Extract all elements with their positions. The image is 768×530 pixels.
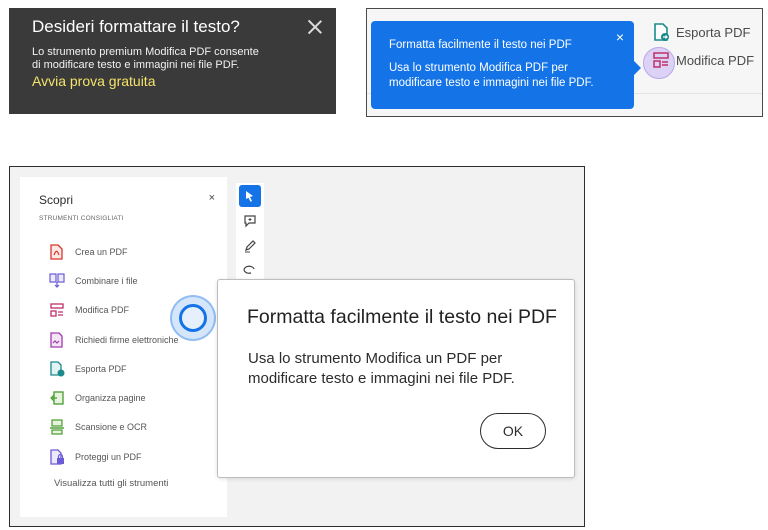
scan-ocr-icon <box>48 419 65 436</box>
edit-pdf-icon <box>48 302 65 319</box>
toast-title: Desideri formattare il testo? <box>32 17 240 36</box>
sidebar-item-protect-pdf[interactable]: Proteggi un PDF <box>48 442 179 471</box>
cursor-icon <box>246 191 253 202</box>
export-pdf-icon <box>48 360 65 377</box>
app-window: Scopri × STRUMENTI CONSIGLIATI Crea un P… <box>9 166 585 527</box>
request-signature-icon <box>48 331 65 348</box>
view-all-tools-link[interactable]: Visualizza tutti gli strumenti <box>54 478 168 489</box>
pulse-indicator <box>170 295 216 341</box>
sidebar-item-edit-pdf[interactable]: Modifica PDF <box>48 296 179 325</box>
discover-sidebar: Scopri × STRUMENTI CONSIGLIATI Crea un P… <box>20 177 227 517</box>
coachmark: Formatta facilmente il testo nei PDF Usa… <box>371 21 641 109</box>
close-icon[interactable] <box>308 20 322 34</box>
sidebar-item-export-pdf[interactable]: Esporta PDF <box>48 354 179 383</box>
lasso-icon <box>243 265 255 274</box>
pulse-indicator-core <box>179 304 207 332</box>
sidebar-item-create-pdf[interactable]: Crea un PDF <box>48 237 179 266</box>
coachmark-pointer <box>634 61 641 75</box>
pen-icon <box>245 240 256 253</box>
tool-label: Modifica PDF <box>676 52 755 68</box>
coachmark-body: Usa lo strumento Modifica PDF per modifi… <box>389 62 594 89</box>
comment-tool-button[interactable] <box>239 210 261 232</box>
sidebar-item-label: Modifica PDF <box>75 305 130 316</box>
tool-list: Crea un PDF Combinare i file Modifica PD… <box>48 237 179 471</box>
ok-button[interactable]: OK <box>480 413 546 449</box>
toast-body: Lo strumento premium Modifica PDF consen… <box>32 46 259 71</box>
close-icon[interactable]: × <box>209 192 215 204</box>
section-heading: STRUMENTI CONSIGLIATI <box>39 215 124 222</box>
sidebar-item-label: Crea un PDF <box>75 246 128 257</box>
tool-label: Esporta PDF <box>676 24 751 40</box>
export-pdf-icon <box>650 21 672 43</box>
comment-icon <box>244 215 256 228</box>
quick-tools-toolbar <box>236 183 264 283</box>
sidebar-item-label: Scansione e OCR <box>75 422 148 433</box>
sidebar-item-organize-pages[interactable]: Organizza pagine <box>48 383 179 412</box>
dialog-body: Usa lo strumento Modifica un PDF per mod… <box>248 350 515 387</box>
sidebar-item-label: Esporta PDF <box>75 363 127 374</box>
sidebar-item-request-signatures[interactable]: Richiedi firme elettroniche <box>48 325 179 354</box>
edit-pdf-icon <box>650 49 672 71</box>
feature-dialog: Formatta facilmente il testo nei PDF Usa… <box>217 279 575 478</box>
select-tool-button[interactable] <box>239 185 261 207</box>
sidebar-item-label: Richiedi firme elettroniche <box>75 334 179 345</box>
free-trial-link[interactable]: Avvia prova gratuita <box>32 73 322 89</box>
draw-tool-button[interactable] <box>239 235 261 257</box>
tool-modify-pdf[interactable]: Modifica PDF <box>650 49 754 71</box>
sidebar-item-scan-ocr[interactable]: Scansione e OCR <box>48 413 179 442</box>
sidebar-item-label: Combinare i file <box>75 275 138 286</box>
protect-pdf-icon <box>48 448 65 465</box>
organize-pages-icon <box>48 390 65 407</box>
sidebar-item-label: Proteggi un PDF <box>75 451 142 462</box>
upgrade-toast: Desideri formattare il testo? Lo strumen… <box>9 8 336 114</box>
sidebar-item-label: Organizza pagine <box>75 393 146 404</box>
create-pdf-icon <box>48 243 65 260</box>
dialog-title: Formatta facilmente il testo nei PDF <box>247 306 557 328</box>
tools-coachmark-panel: Formatta facilmente il testo nei PDF Usa… <box>366 8 763 117</box>
combine-files-icon <box>48 272 65 289</box>
close-icon[interactable]: × <box>616 30 624 44</box>
sidebar-title: Scopri <box>39 193 74 207</box>
sidebar-item-combine[interactable]: Combinare i file <box>48 266 179 295</box>
coachmark-title: Formatta facilmente il testo nei PDF <box>389 39 572 51</box>
tool-export-pdf[interactable]: Esporta PDF <box>650 21 750 43</box>
